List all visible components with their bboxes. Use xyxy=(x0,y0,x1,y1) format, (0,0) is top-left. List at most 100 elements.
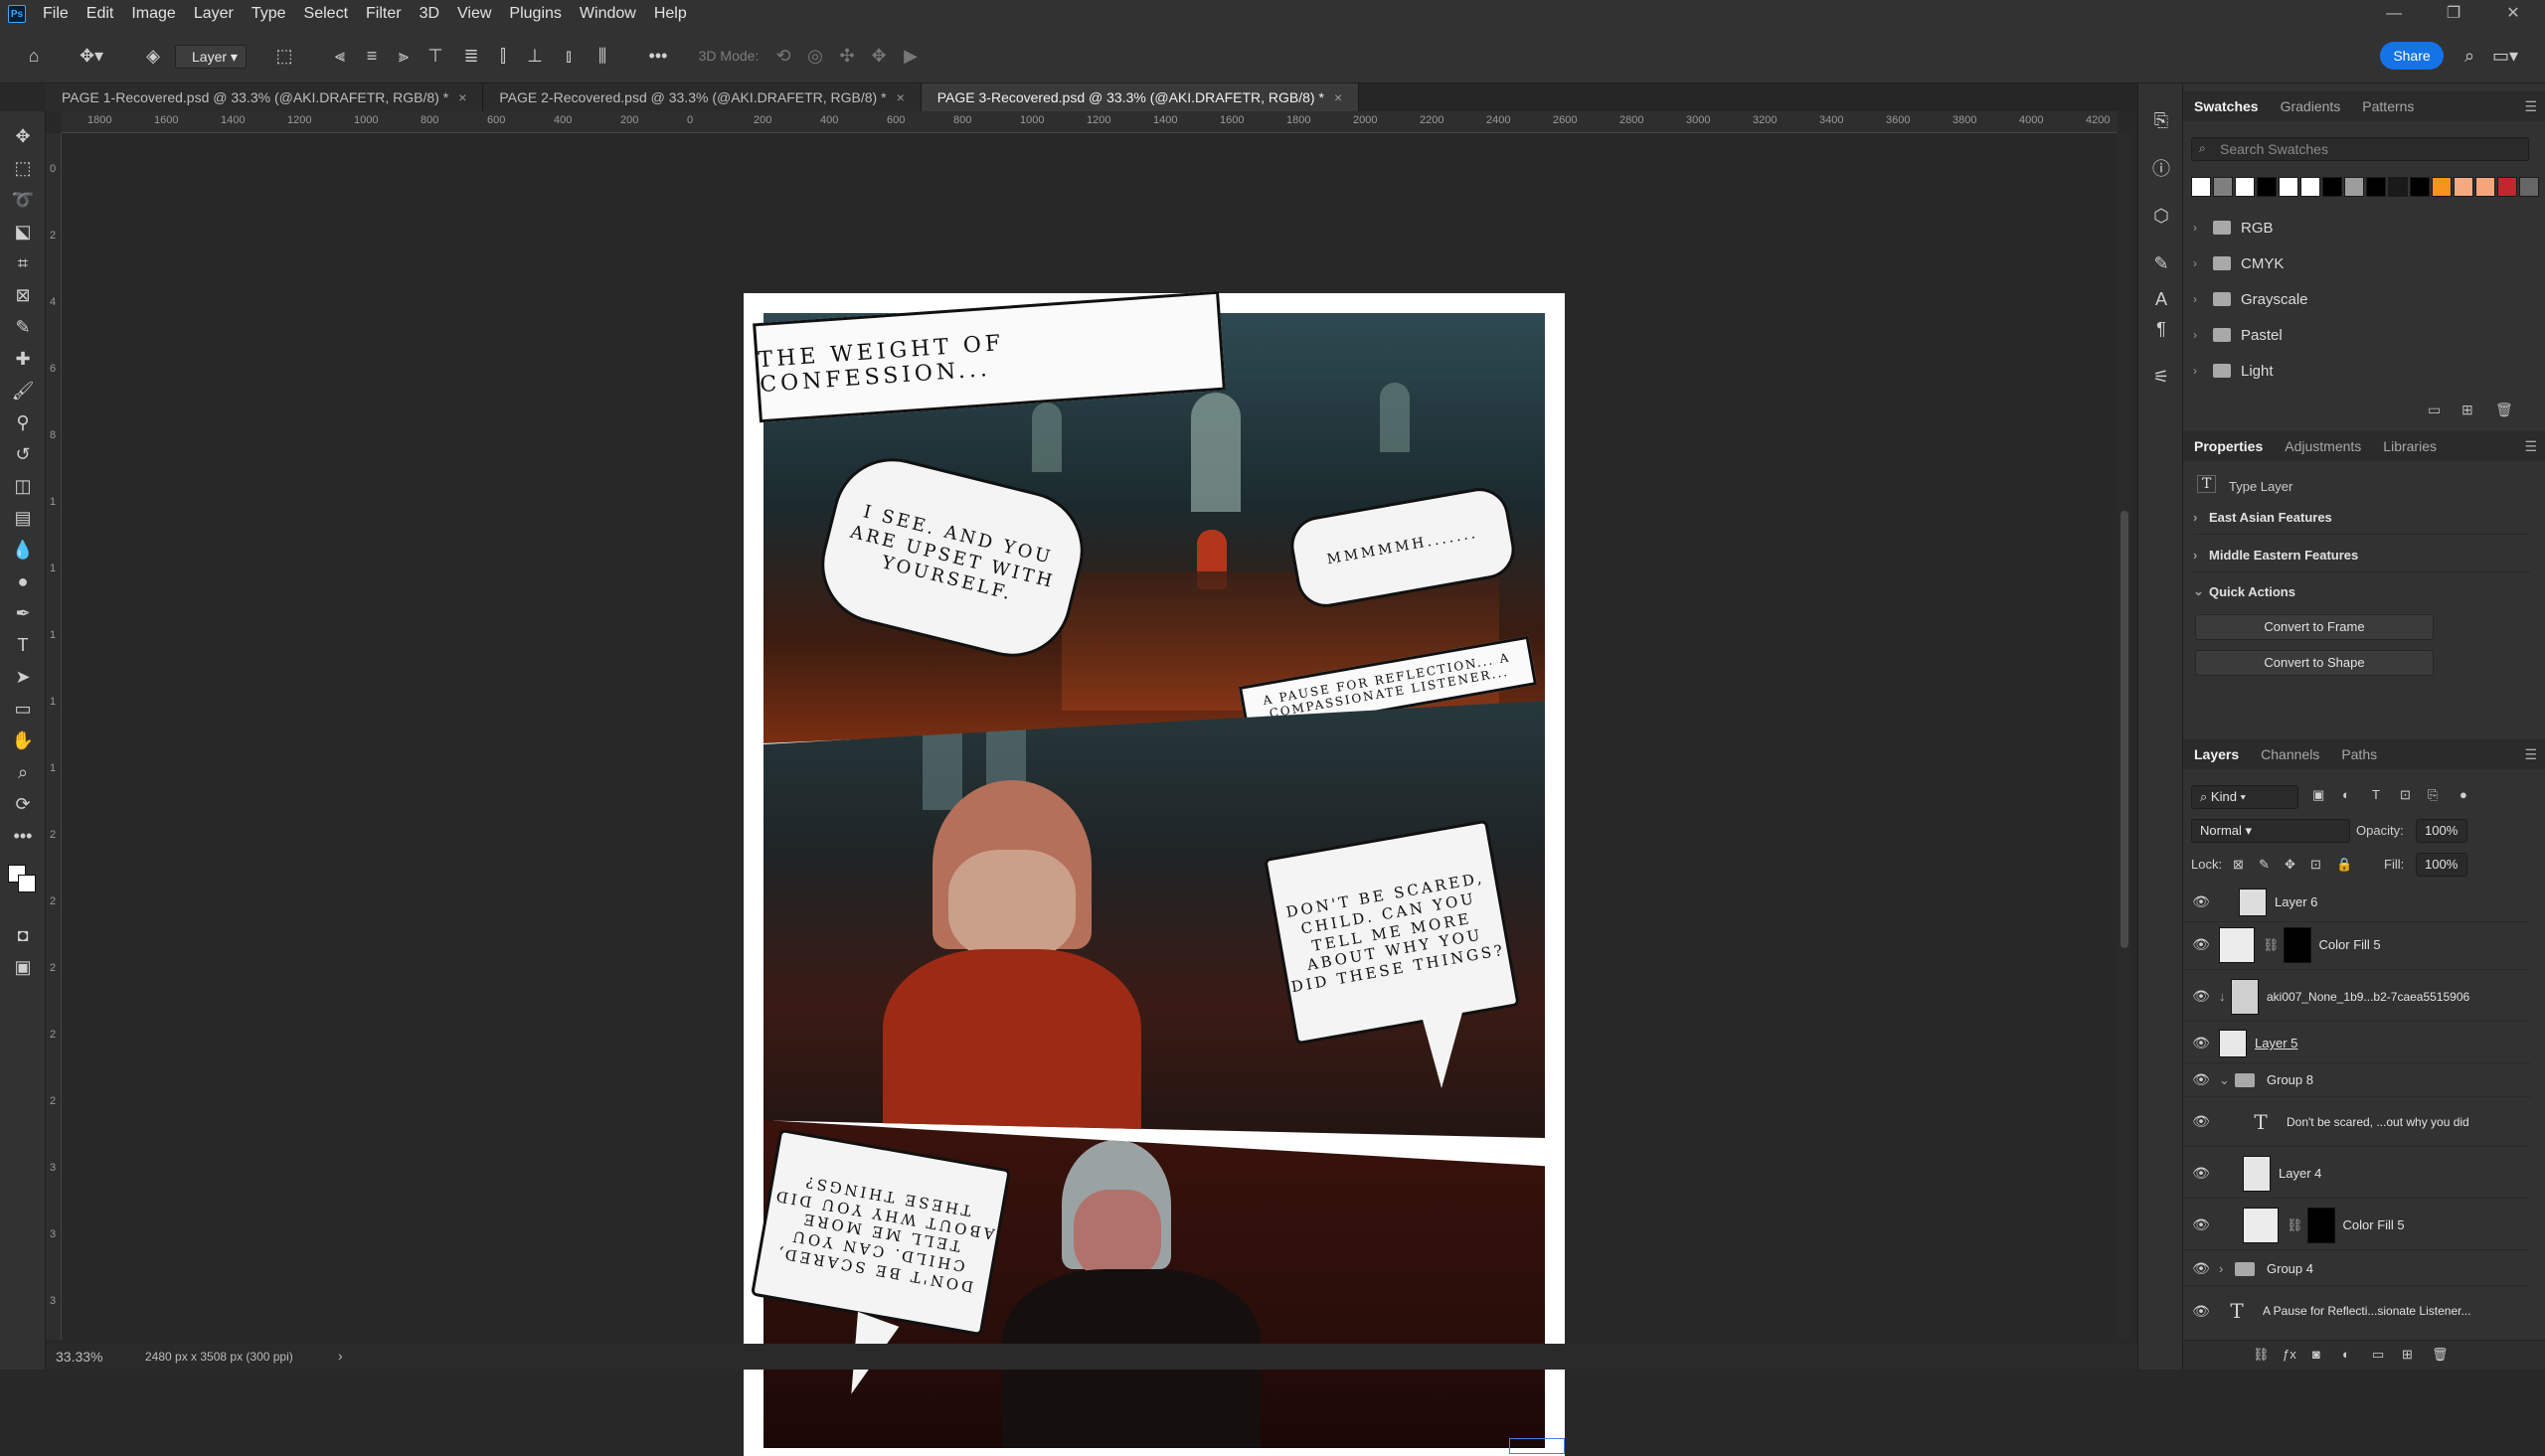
object-selection-tool-icon[interactable]: ⬕ xyxy=(8,217,38,246)
menu-image[interactable]: Image xyxy=(122,0,184,28)
tab-page-3[interactable]: PAGE 3-Recovered.psd @ 33.3% (@AKI.DRAFE… xyxy=(921,83,1360,111)
layer-filter-dropdown[interactable]: ⌕ Kind ▾ xyxy=(2191,785,2298,809)
align-hcenter-icon[interactable]: ⫾ xyxy=(557,42,581,70)
close-window-button[interactable]: ✕ xyxy=(2485,0,2541,28)
filter-toggle-icon[interactable]: ● xyxy=(2460,787,2467,802)
section-east-asian[interactable]: › East Asian Features xyxy=(2193,501,2531,535)
paragraph-icon[interactable]: ¶ xyxy=(2146,314,2176,344)
auto-select-icon[interactable]: ◈ xyxy=(139,42,167,70)
color-swatch[interactable] xyxy=(2432,177,2452,197)
panel-menu-icon[interactable]: ☰ xyxy=(2524,98,2537,115)
hand-tool-icon[interactable]: ✋ xyxy=(8,726,38,755)
tab-properties[interactable]: Properties xyxy=(2183,431,2274,461)
section-quick-actions[interactable]: ⌄ Quick Actions xyxy=(2193,574,2531,608)
screen-mode-icon[interactable]: ▣ xyxy=(8,952,38,982)
home-icon[interactable]: ⌂ xyxy=(20,42,48,70)
menu-window[interactable]: Window xyxy=(571,0,645,28)
color-swatch[interactable] xyxy=(2279,177,2298,197)
menu-filter[interactable]: Filter xyxy=(357,0,411,28)
minimize-button[interactable]: — xyxy=(2366,0,2422,28)
horizontal-ruler[interactable]: 1800 1600 1400 1200 1000 800 600 400 200 0 200 400 6… xyxy=(62,111,2118,133)
swatch-folder-pastel[interactable]: › Pastel xyxy=(2193,318,2531,352)
transform-controls-icon[interactable]: ⬚ xyxy=(270,42,298,70)
adjustment-layer-icon[interactable]: ◐ xyxy=(2342,1347,2350,1362)
visibility-eye-icon[interactable]: 👁 xyxy=(2183,1165,2219,1182)
link-layers-icon[interactable]: ⛓ xyxy=(2253,1347,2270,1363)
align-right-icon[interactable]: ⫸ xyxy=(392,42,416,70)
swatch-folder-grayscale[interactable]: › Grayscale xyxy=(2193,282,2531,316)
swatches-search-input[interactable]: Search Swatches xyxy=(2191,137,2529,161)
new-layer-icon[interactable]: ⊞ xyxy=(2402,1347,2413,1363)
distribute-h-icon[interactable]: ⫼ xyxy=(591,42,614,70)
edit-toolbar-icon[interactable]: ••• xyxy=(8,821,38,851)
tab-libraries[interactable]: Libraries xyxy=(2372,431,2448,461)
vertical-ruler[interactable]: 0 2 4 6 8 1 1 1 1 1 2 2 2 2 2 3 3 3 xyxy=(46,133,62,1340)
menu-plugins[interactable]: Plugins xyxy=(500,0,570,28)
lock-position-icon[interactable]: ✥ xyxy=(2285,857,2295,873)
color-swatch[interactable] xyxy=(2519,177,2539,197)
filter-pixel-icon[interactable]: ▣ xyxy=(2312,787,2324,803)
lasso-tool-icon[interactable]: ➰ xyxy=(8,185,38,215)
vertical-scrollbar[interactable] xyxy=(2118,133,2131,1340)
tab-patterns[interactable]: Patterns xyxy=(2351,91,2425,121)
tab-page-2[interactable]: PAGE 2-Recovered.psd @ 33.3% (@AKI.DRAFE… xyxy=(483,83,922,111)
swatch-folder-light[interactable]: › Light xyxy=(2193,354,2531,388)
new-group-icon[interactable]: ▭ xyxy=(2372,1347,2384,1363)
color-swatch[interactable] xyxy=(2344,177,2364,197)
blur-tool-icon[interactable]: 💧 xyxy=(8,535,38,565)
close-tab-icon[interactable]: × xyxy=(897,89,905,105)
fill-input[interactable]: 100% xyxy=(2416,853,2467,877)
lock-transparent-icon[interactable]: ⊠ xyxy=(2233,857,2244,873)
chevron-down-icon[interactable]: ⌄ xyxy=(2219,1072,2231,1088)
zoom-tool-icon[interactable]: ⌕ xyxy=(8,757,38,787)
menu-type[interactable]: Type xyxy=(243,0,295,28)
maximize-button[interactable]: ❐ xyxy=(2426,0,2481,28)
convert-to-frame-button[interactable]: Convert to Frame xyxy=(2195,614,2434,640)
lock-artboard-icon[interactable]: ⊡ xyxy=(2310,857,2321,873)
vertical-scroll-thumb[interactable] xyxy=(2121,511,2128,948)
visibility-eye-icon[interactable]: 👁 xyxy=(2183,893,2219,910)
search-icon[interactable]: ⌕ xyxy=(2456,42,2483,70)
lock-all-icon[interactable]: 🔒 xyxy=(2336,857,2352,873)
history-icon[interactable]: ⎘ xyxy=(2146,105,2176,135)
layer-row[interactable]: 👁 ⛓ Color Fill 5 xyxy=(2183,1201,2531,1250)
color-swatch[interactable] xyxy=(2257,177,2277,197)
align-vcenter-icon[interactable]: ⫿ xyxy=(491,42,515,70)
layer-row[interactable]: 👁 Layer 4 xyxy=(2183,1149,2531,1199)
color-swatch[interactable] xyxy=(2410,177,2430,197)
tab-page-1[interactable]: PAGE 1-Recovered.psd @ 33.3% (@AKI.DRAFE… xyxy=(46,83,484,111)
panel-menu-icon[interactable]: ☰ xyxy=(2524,438,2537,455)
menu-layer[interactable]: Layer xyxy=(185,0,243,28)
more-options-icon[interactable]: ••• xyxy=(644,42,672,70)
close-tab-icon[interactable]: × xyxy=(1334,89,1342,105)
type-tool-icon[interactable]: T xyxy=(8,630,38,660)
menu-help[interactable]: Help xyxy=(645,0,696,28)
share-button[interactable]: Share xyxy=(2380,42,2444,70)
visibility-eye-icon[interactable]: 👁 xyxy=(2183,1260,2219,1277)
color-swatch[interactable] xyxy=(2475,177,2495,197)
delete-icon[interactable]: 🗑 xyxy=(2495,402,2513,418)
zoom-level[interactable]: 33.33% xyxy=(56,1349,102,1365)
layer-row[interactable]: 👁 Layer 5 xyxy=(2183,1024,2531,1063)
tab-swatches[interactable]: Swatches xyxy=(2183,91,2270,121)
layer-row-group[interactable]: 👁 › Group 4 xyxy=(2183,1252,2531,1286)
add-mask-icon[interactable]: ◙ xyxy=(2312,1347,2320,1362)
color-swatch[interactable] xyxy=(2213,177,2233,197)
lock-image-icon[interactable]: ✎ xyxy=(2259,857,2270,873)
gradient-tool-icon[interactable]: ▤ xyxy=(8,503,38,533)
new-folder-icon[interactable]: ▭ xyxy=(2428,402,2441,418)
menu-file[interactable]: File xyxy=(34,0,78,28)
healing-brush-tool-icon[interactable]: ✚ xyxy=(8,344,38,374)
rotate-view-tool-icon[interactable]: ⟳ xyxy=(8,789,38,819)
visibility-eye-icon[interactable]: 👁 xyxy=(2183,1071,2219,1088)
layer-row[interactable]: 👁 T A Pause for Reflecti...sionate Listene… xyxy=(2183,1286,2531,1332)
color-swatch[interactable] xyxy=(2388,177,2408,197)
align-bottom-icon[interactable]: ⊥ xyxy=(523,42,547,70)
layer-row-group[interactable]: 👁 ⌄ Group 8 xyxy=(2183,1063,2531,1097)
menu-3d[interactable]: 3D xyxy=(411,0,448,28)
tab-gradients[interactable]: Gradients xyxy=(2270,91,2352,121)
crop-tool-icon[interactable]: ⌗ xyxy=(8,248,38,278)
character-icon[interactable]: A xyxy=(2146,284,2176,314)
rectangle-tool-icon[interactable]: ▭ xyxy=(8,694,38,724)
swatch-folder-cmyk[interactable]: › CMYK xyxy=(2193,246,2531,280)
